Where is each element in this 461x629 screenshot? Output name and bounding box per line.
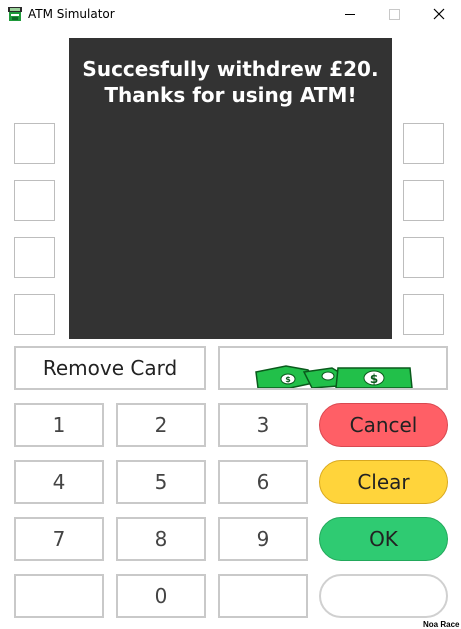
- side-key-right-1[interactable]: [403, 123, 444, 164]
- minimize-icon: [345, 13, 355, 15]
- window-title: ATM Simulator: [28, 7, 115, 21]
- side-key-left-4[interactable]: [14, 294, 55, 335]
- key-blank-left[interactable]: [14, 574, 104, 618]
- side-key-right-4[interactable]: [403, 294, 444, 335]
- remove-card-button[interactable]: Remove Card: [14, 346, 206, 390]
- side-key-right-3[interactable]: [403, 237, 444, 278]
- minimize-button[interactable]: [327, 0, 373, 28]
- clear-button[interactable]: Clear: [319, 460, 448, 504]
- key-1[interactable]: 1: [14, 403, 104, 447]
- maximize-button[interactable]: [371, 0, 417, 28]
- cash-dispenser[interactable]: $ $: [218, 346, 448, 390]
- key-6[interactable]: 6: [218, 460, 308, 504]
- key-3[interactable]: 3: [218, 403, 308, 447]
- blank-action-button[interactable]: [319, 574, 448, 618]
- side-key-right-2[interactable]: [403, 180, 444, 221]
- key-blank-right[interactable]: [218, 574, 308, 618]
- side-key-left-2[interactable]: [14, 180, 55, 221]
- key-5[interactable]: 5: [116, 460, 206, 504]
- key-0[interactable]: 0: [116, 574, 206, 618]
- key-7[interactable]: 7: [14, 517, 104, 561]
- maximize-icon: [388, 8, 400, 20]
- atm-icon: [8, 7, 22, 21]
- corner-credit: Noa Race: [423, 620, 460, 629]
- money-icon: $ $: [255, 365, 413, 388]
- atm-screen: Succesfully withdrew £20. Thanks for usi…: [69, 38, 392, 339]
- cancel-button[interactable]: Cancel: [319, 403, 448, 447]
- title-bar: ATM Simulator: [0, 0, 461, 28]
- close-button[interactable]: [416, 0, 461, 28]
- screen-message: Succesfully withdrew £20. Thanks for usi…: [82, 57, 379, 107]
- key-8[interactable]: 8: [116, 517, 206, 561]
- side-key-left-3[interactable]: [14, 237, 55, 278]
- close-icon: [433, 8, 445, 20]
- key-9[interactable]: 9: [218, 517, 308, 561]
- key-2[interactable]: 2: [116, 403, 206, 447]
- svg-text:$: $: [370, 372, 378, 386]
- key-4[interactable]: 4: [14, 460, 104, 504]
- side-key-left-1[interactable]: [14, 123, 55, 164]
- ok-button[interactable]: OK: [319, 517, 448, 561]
- svg-text:$: $: [285, 375, 291, 384]
